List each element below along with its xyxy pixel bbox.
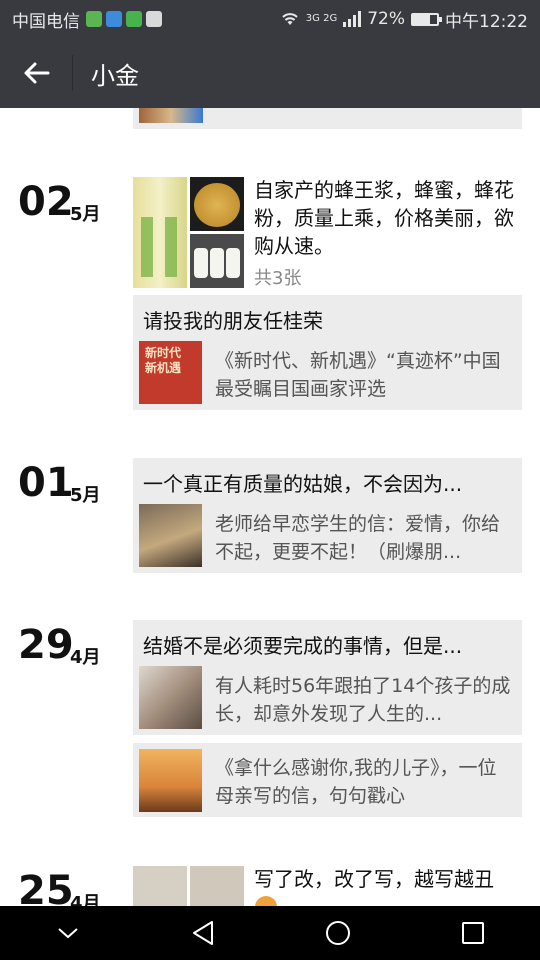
emoji-icon bbox=[255, 896, 277, 906]
share-card[interactable]: 《拿什么感谢你,我的儿子》，一位母亲写的信，句句戳心 bbox=[133, 743, 522, 817]
carrier-label: 中国电信 bbox=[12, 11, 80, 32]
arrow-left-icon bbox=[24, 62, 50, 84]
moments-feed[interactable]: 02 5月 自家产的蜂王浆，蜂蜜，蜂花粉，质量上乘，价格美丽，欲购从速。 共3张… bbox=[0, 108, 540, 906]
chevron-down-icon bbox=[57, 928, 78, 939]
post-photo[interactable] bbox=[133, 866, 187, 906]
photo-count: 共3张 bbox=[254, 268, 302, 289]
recents-nav-button[interactable] bbox=[433, 906, 513, 960]
app-notification-icon bbox=[106, 11, 122, 27]
app-notification-icon bbox=[126, 11, 142, 27]
share-thumbnail bbox=[139, 108, 203, 123]
share-card[interactable]: 一个真正有质量的姑娘，不会因为... 老师给早恋学生的信：爱情，你给不起，更要不… bbox=[133, 458, 522, 573]
status-bar: 中国电信 3G 2G 72% 中午12:22 bbox=[0, 0, 540, 38]
home-nav-button[interactable] bbox=[298, 906, 378, 960]
share-description: 《拿什么感谢你,我的儿子》，一位母亲写的信，句句戳心 bbox=[215, 757, 497, 807]
share-title: 请投我的朋友任桂荣 bbox=[143, 309, 323, 333]
battery-level bbox=[413, 14, 431, 24]
hide-nav-button[interactable] bbox=[28, 906, 108, 960]
share-thumbnail-text: 新时代 bbox=[145, 346, 182, 360]
share-title: 一个真正有质量的姑娘，不会因为... bbox=[143, 472, 463, 496]
back-button[interactable] bbox=[0, 38, 72, 108]
share-thumbnail bbox=[139, 504, 202, 567]
square-recents-icon bbox=[461, 922, 484, 944]
signal-icon bbox=[343, 11, 362, 27]
date-day: 01 bbox=[18, 460, 74, 506]
post-photo[interactable] bbox=[190, 234, 244, 288]
post-photo[interactable] bbox=[133, 177, 187, 288]
share-description: 有人耗时56年跟拍了14个孩子的成长，却意外发现了人生的... bbox=[215, 675, 511, 725]
share-description: 老师给早恋学生的信：爱情，你给不起，更要不起！（刷爆朋... bbox=[215, 513, 501, 563]
share-thumbnail bbox=[139, 749, 202, 812]
date-day: 02 bbox=[18, 179, 74, 225]
triangle-back-icon bbox=[192, 921, 213, 945]
share-description: 《新时代、新机遇》“真迹杯”中国最受瞩目国画家评选 bbox=[215, 350, 501, 400]
app-notification-icon bbox=[146, 11, 162, 27]
post-text: 自家产的蜂王浆，蜂蜜，蜂花粉，质量上乘，价格美丽，欲购从速。 bbox=[254, 178, 514, 258]
title-divider bbox=[72, 55, 73, 91]
post-text: 写了改，改了写，越写越丑 bbox=[254, 867, 494, 891]
app-notification-icon bbox=[86, 11, 102, 27]
date-month: 5月 bbox=[70, 204, 101, 225]
post-photo[interactable] bbox=[190, 177, 244, 231]
battery-percent: 72% bbox=[367, 9, 405, 29]
title-bar: 小金 bbox=[0, 38, 540, 108]
date-day: 29 bbox=[18, 622, 74, 668]
system-nav-bar bbox=[0, 906, 540, 960]
date-month: 5月 bbox=[70, 485, 101, 506]
share-thumbnail bbox=[139, 666, 202, 729]
circle-home-icon bbox=[325, 921, 350, 945]
wifi-icon bbox=[282, 13, 298, 25]
share-card[interactable] bbox=[133, 108, 522, 129]
network-type-label: 3G 2G bbox=[305, 13, 338, 24]
date-month: 4月 bbox=[70, 893, 101, 906]
share-card[interactable]: 结婚不是必须要完成的事情，但是... 有人耗时56年跟拍了14个孩子的成长，却意… bbox=[133, 620, 522, 735]
back-nav-button[interactable] bbox=[163, 906, 243, 960]
share-thumbnail: 新时代 新机遇 bbox=[139, 341, 202, 404]
page-title: 小金 bbox=[91, 61, 139, 90]
share-title: 结婚不是必须要完成的事情，但是... bbox=[143, 634, 463, 658]
clock: 中午12:22 bbox=[445, 11, 528, 32]
date-day: 25 bbox=[18, 868, 74, 906]
share-thumbnail-text: 新机遇 bbox=[145, 361, 182, 375]
post-photo[interactable] bbox=[190, 866, 244, 906]
battery-icon bbox=[411, 12, 442, 26]
date-month: 4月 bbox=[70, 647, 101, 668]
share-card[interactable]: 请投我的朋友任桂荣 新时代 新机遇 《新时代、新机遇》“真迹杯”中国最受瞩目国画… bbox=[133, 295, 522, 410]
